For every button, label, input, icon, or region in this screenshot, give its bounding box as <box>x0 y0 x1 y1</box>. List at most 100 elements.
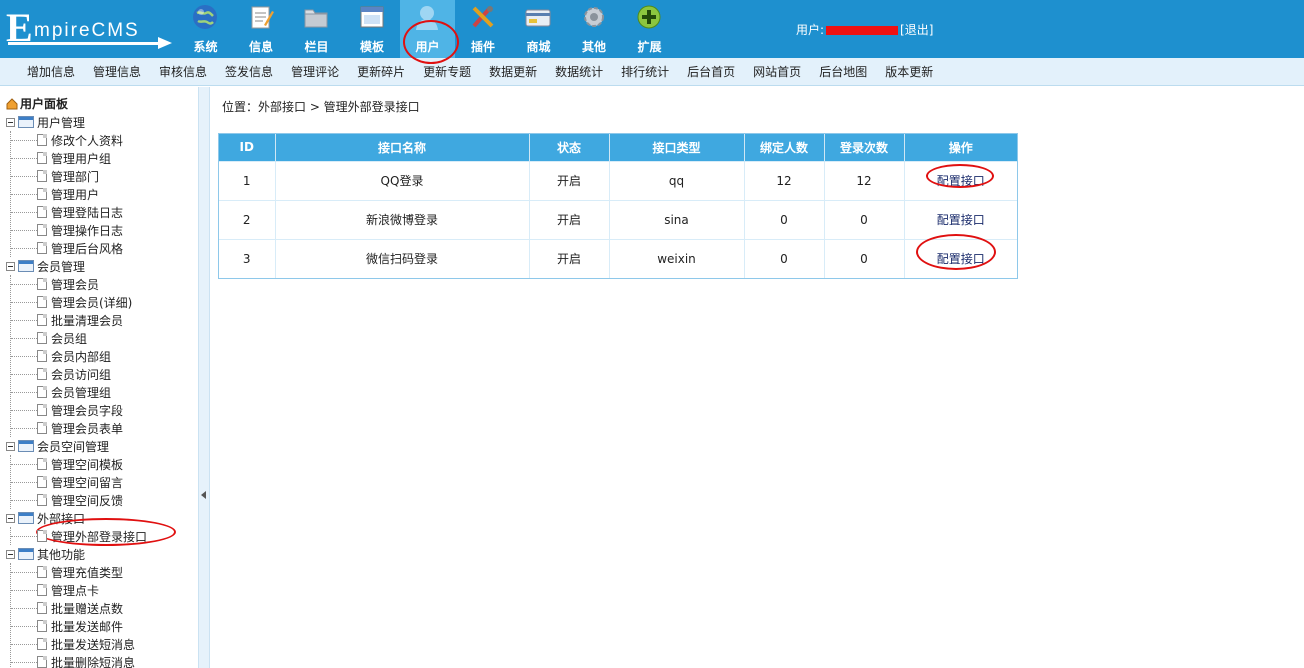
configure-interface-link[interactable]: 配置接口 <box>937 213 985 227</box>
menu-item[interactable]: 会员访问组 <box>11 365 196 383</box>
quick-nav-link[interactable]: 审核信息 <box>159 58 207 86</box>
menu-item[interactable]: 管理会员表单 <box>11 419 196 437</box>
menu-item[interactable]: 会员管理组 <box>11 383 196 401</box>
menu-item[interactable]: 批量删除短消息 <box>11 653 196 668</box>
menu-group-header[interactable]: 其他功能 <box>6 545 196 563</box>
quick-nav-link[interactable]: 签发信息 <box>225 58 273 86</box>
empirecms-logo[interactable]: E mpireCMS <box>6 8 176 50</box>
menu-group-header[interactable]: 外部接口 <box>6 509 196 527</box>
nav-plugin[interactable]: 插件 <box>456 0 511 58</box>
quick-nav-link[interactable]: 后台地图 <box>819 58 867 86</box>
quick-nav-link[interactable]: 管理评论 <box>291 58 339 86</box>
plus-icon <box>637 5 661 29</box>
quick-nav-link[interactable]: 管理信息 <box>93 58 141 86</box>
menu-item[interactable]: 批量赠送点数 <box>11 599 196 617</box>
menu-item-label: 管理会员 <box>51 277 100 292</box>
collapse-arrow-icon[interactable] <box>201 491 206 499</box>
nav-other[interactable]: 其他 <box>567 0 622 58</box>
menu-group: 外部接口管理外部登录接口 <box>6 509 196 545</box>
menu-item-label: 批量清理会员 <box>51 313 124 328</box>
menu-group-header[interactable]: 会员空间管理 <box>6 437 196 455</box>
menu-group-title: 其他功能 <box>37 547 86 562</box>
menu-item-label: 会员管理组 <box>51 385 112 400</box>
document-icon <box>37 242 47 254</box>
menu-item[interactable]: 管理部门 <box>11 167 196 185</box>
document-icon <box>37 134 47 146</box>
collapse-toggle-icon[interactable] <box>6 261 15 271</box>
logout-link[interactable]: [退出] <box>900 23 933 37</box>
window-icon <box>360 6 383 28</box>
table-cell: weixin <box>609 238 745 278</box>
menu-item[interactable]: 管理后台风格 <box>11 239 196 257</box>
table-row: 3 微信扫码登录 开启 weixin 0 0 配置接口 <box>219 238 1017 278</box>
menu-item[interactable]: 管理充值类型 <box>11 563 196 581</box>
quick-nav-link[interactable]: 增加信息 <box>27 58 75 86</box>
menu-item[interactable]: 会员内部组 <box>11 347 196 365</box>
table-cell: 0 <box>744 238 825 278</box>
menu-item[interactable]: 管理用户 <box>11 185 196 203</box>
quick-nav-link[interactable]: 后台首页 <box>687 58 735 86</box>
quick-nav-link[interactable]: 更新专题 <box>423 58 471 86</box>
nav-info[interactable]: 信息 <box>234 0 289 58</box>
menu-item[interactable]: 管理登陆日志 <box>11 203 196 221</box>
nav-label: 系统 <box>193 40 218 54</box>
menu-item-label: 管理外部登录接口 <box>51 529 148 544</box>
breadcrumb: 位置：外部接口 > 管理外部登录接口 <box>222 100 420 114</box>
document-icon <box>37 530 47 542</box>
menu-item-label: 管理会员表单 <box>51 421 124 436</box>
quick-nav-link[interactable]: 数据统计 <box>555 58 603 86</box>
menu-item[interactable]: 管理操作日志 <box>11 221 196 239</box>
nav-template[interactable]: 模板 <box>345 0 400 58</box>
nav-user[interactable]: 用户 <box>400 0 455 58</box>
table-cell: 12 <box>824 160 905 200</box>
document-icon <box>37 152 47 164</box>
logo-text: mpireCMS <box>34 20 140 41</box>
quick-nav-link[interactable]: 版本更新 <box>885 58 933 86</box>
menu-item[interactable]: 批量清理会员 <box>11 311 196 329</box>
document-icon <box>37 584 47 596</box>
menu-item-label: 批量发送邮件 <box>51 619 124 634</box>
column-header: 接口名称 <box>275 134 530 161</box>
menu-item[interactable]: 管理空间反馈 <box>11 491 196 509</box>
menu-group-header[interactable]: 用户管理 <box>6 113 196 131</box>
menu-item[interactable]: 修改个人资料 <box>11 131 196 149</box>
menu-item[interactable]: 会员组 <box>11 329 196 347</box>
quick-nav-link[interactable]: 网站首页 <box>753 58 801 86</box>
document-icon <box>37 422 47 434</box>
menu-item[interactable]: 管理会员字段 <box>11 401 196 419</box>
menu-item[interactable]: 管理外部登录接口 <box>11 527 196 545</box>
menu-group-items: 管理会员 管理会员(详细) 批量清理会员 会员组 会员内部组 会员访问组 会员管理组 管理会员… <box>10 275 196 437</box>
document-icon <box>37 296 47 308</box>
nav-column[interactable]: 栏目 <box>289 0 344 58</box>
menu-item[interactable]: 批量发送短消息 <box>11 635 196 653</box>
quick-nav-link[interactable]: 更新碎片 <box>357 58 405 86</box>
collapse-toggle-icon[interactable] <box>6 117 15 127</box>
menu-item-label: 会员内部组 <box>51 349 112 364</box>
collapse-toggle-icon[interactable] <box>6 513 15 523</box>
table-cell: 新浪微博登录 <box>275 199 530 239</box>
nav-label: 信息 <box>248 40 273 54</box>
menu-item[interactable]: 管理空间留言 <box>11 473 196 491</box>
nav-label: 其他 <box>581 40 606 54</box>
menu-item[interactable]: 管理会员(详细) <box>11 293 196 311</box>
menu-item[interactable]: 管理用户组 <box>11 149 196 167</box>
nav-extend[interactable]: 扩展 <box>622 0 677 58</box>
menu-group-items: 管理外部登录接口 <box>10 527 196 545</box>
table-cell: 1 <box>219 160 276 200</box>
sidebar-splitter[interactable] <box>198 87 210 668</box>
menu-item[interactable]: 管理空间模板 <box>11 455 196 473</box>
configure-interface-link[interactable]: 配置接口 <box>937 252 985 266</box>
quick-nav-link[interactable]: 数据更新 <box>489 58 537 86</box>
menu-item[interactable]: 管理会员 <box>11 275 196 293</box>
menu-item[interactable]: 批量发送邮件 <box>11 617 196 635</box>
nav-system[interactable]: 系统 <box>178 0 233 58</box>
collapse-toggle-icon[interactable] <box>6 549 15 559</box>
collapse-toggle-icon[interactable] <box>6 441 15 451</box>
table-cell: QQ登录 <box>275 160 530 200</box>
nav-shop[interactable]: 商城 <box>511 0 566 58</box>
configure-interface-link[interactable]: 配置接口 <box>937 174 985 188</box>
quick-nav-link[interactable]: 排行统计 <box>621 58 669 86</box>
menu-item[interactable]: 管理点卡 <box>11 581 196 599</box>
menu-item-label: 批量删除短消息 <box>51 655 136 668</box>
menu-group-header[interactable]: 会员管理 <box>6 257 196 275</box>
